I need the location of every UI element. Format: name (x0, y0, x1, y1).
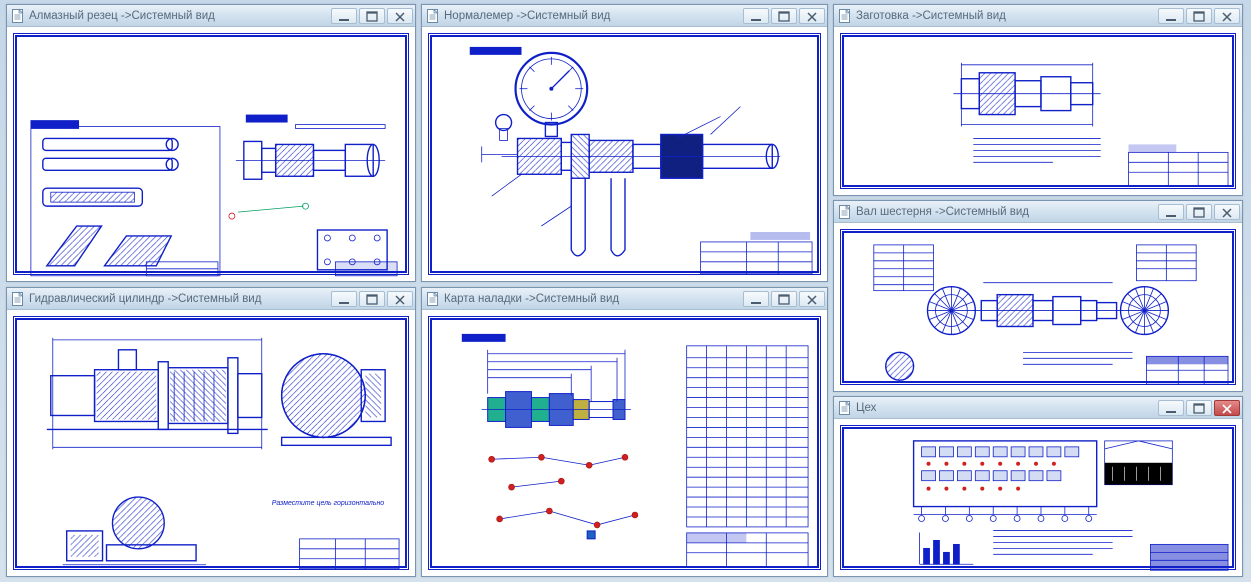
drawing-canvas[interactable] (422, 310, 827, 576)
cad-drawing (422, 27, 827, 281)
titlebar[interactable]: Нормалемер ->Системный вид (422, 5, 827, 27)
cad-drawing (834, 27, 1242, 195)
titlebar[interactable]: Карта наладки ->Системный вид (422, 288, 827, 310)
drawing-canvas[interactable] (834, 419, 1242, 576)
window-workshop: Цех (833, 396, 1243, 577)
window-title: Нормалемер ->Системный вид (444, 10, 739, 22)
close-button[interactable] (1214, 400, 1240, 416)
window-title: Вал шестерня ->Системный вид (856, 206, 1154, 218)
window-title: Заготовка ->Системный вид (856, 10, 1154, 22)
window-setup-card: Карта наладки ->Системный вид (421, 287, 828, 577)
titlebar[interactable]: Алмазный резец ->Системный вид (7, 5, 415, 27)
close-button[interactable] (387, 8, 413, 24)
maximize-button[interactable] (1186, 400, 1212, 416)
maximize-button[interactable] (359, 291, 385, 307)
drawing-note: Разместите цель горизонтально (272, 500, 385, 507)
document-icon (838, 401, 852, 415)
titlebar[interactable]: Цех (834, 397, 1242, 419)
close-button[interactable] (799, 291, 825, 307)
maximize-button[interactable] (771, 291, 797, 307)
close-button[interactable] (387, 291, 413, 307)
close-button[interactable] (1214, 204, 1240, 220)
minimize-button[interactable] (1158, 204, 1184, 220)
window-title: Алмазный резец ->Системный вид (29, 10, 327, 22)
window-blank: Заготовка ->Системный вид (833, 4, 1243, 196)
maximize-button[interactable] (1186, 8, 1212, 24)
document-icon (426, 9, 440, 23)
drawing-canvas[interactable]: Разместите цель горизонтально (7, 310, 415, 576)
minimize-button[interactable] (1158, 400, 1184, 416)
document-icon (11, 9, 25, 23)
titlebar[interactable]: Заготовка ->Системный вид (834, 5, 1242, 27)
window-diamond-cutter: Алмазный резец ->Системный вид (6, 4, 416, 282)
window-title: Цех (856, 402, 1154, 414)
minimize-button[interactable] (331, 8, 357, 24)
document-icon (426, 292, 440, 306)
minimize-button[interactable] (743, 8, 769, 24)
drawing-canvas[interactable] (7, 27, 415, 281)
document-icon (11, 292, 25, 306)
document-icon (838, 205, 852, 219)
minimize-button[interactable] (331, 291, 357, 307)
cad-drawing: Разместите цель горизонтально (7, 310, 415, 576)
window-normalemer: Нормалемер ->Системный вид (421, 4, 828, 282)
titlebar[interactable]: Гидравлический цилиндр ->Системный вид (7, 288, 415, 310)
minimize-button[interactable] (1158, 8, 1184, 24)
cad-drawing (834, 419, 1242, 576)
close-button[interactable] (1214, 8, 1240, 24)
titlebar[interactable]: Вал шестерня ->Системный вид (834, 201, 1242, 223)
cad-drawing (7, 27, 415, 281)
window-title: Карта наладки ->Системный вид (444, 293, 739, 305)
close-button[interactable] (799, 8, 825, 24)
maximize-button[interactable] (1186, 204, 1212, 220)
cad-drawing (422, 310, 827, 576)
drawing-canvas[interactable] (422, 27, 827, 281)
drawing-canvas[interactable] (834, 27, 1242, 195)
maximize-button[interactable] (359, 8, 385, 24)
window-hydraulic-cylinder: Гидравлический цилиндр ->Системный вид (6, 287, 416, 577)
document-icon (838, 9, 852, 23)
maximize-button[interactable] (771, 8, 797, 24)
cad-drawing (834, 223, 1242, 391)
window-title: Гидравлический цилиндр ->Системный вид (29, 293, 327, 305)
drawing-canvas[interactable] (834, 223, 1242, 391)
minimize-button[interactable] (743, 291, 769, 307)
window-gear-shaft: Вал шестерня ->Системный вид (833, 200, 1243, 392)
